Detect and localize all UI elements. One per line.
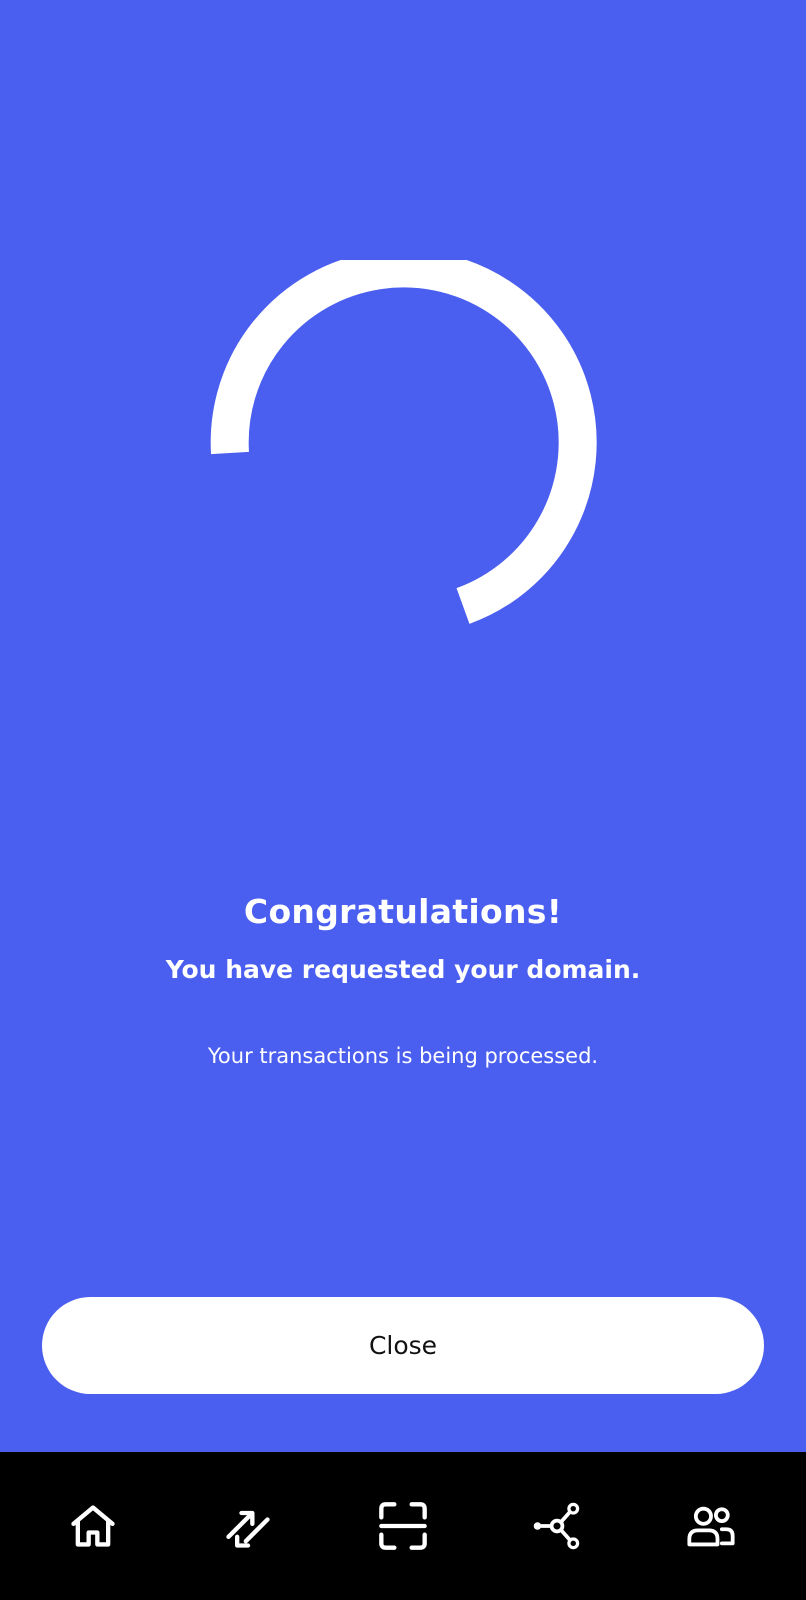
nav-network[interactable]	[527, 1496, 587, 1556]
confirmation-screen: Congratulations! You have requested your…	[0, 0, 806, 1452]
close-button[interactable]: Close	[42, 1297, 764, 1394]
domain-requested-text: You have requested your domain.	[165, 955, 641, 984]
congratulations-title: Congratulations!	[243, 892, 563, 931]
nav-scan[interactable]	[373, 1496, 433, 1556]
contacts-icon	[687, 1506, 735, 1547]
nav-transfer[interactable]	[218, 1496, 278, 1556]
nav-contacts[interactable]	[681, 1496, 741, 1556]
network-icon	[533, 1502, 580, 1550]
loading-spinner	[210, 260, 597, 624]
nav-home[interactable]	[63, 1496, 123, 1556]
scan-icon	[379, 1502, 427, 1550]
transfer-icon	[226, 1510, 270, 1548]
processing-note: Your transactions is being processed.	[207, 1044, 599, 1068]
home-icon	[71, 1505, 115, 1547]
spinner-arc	[210, 260, 597, 624]
bottom-navigation	[0, 1452, 806, 1600]
